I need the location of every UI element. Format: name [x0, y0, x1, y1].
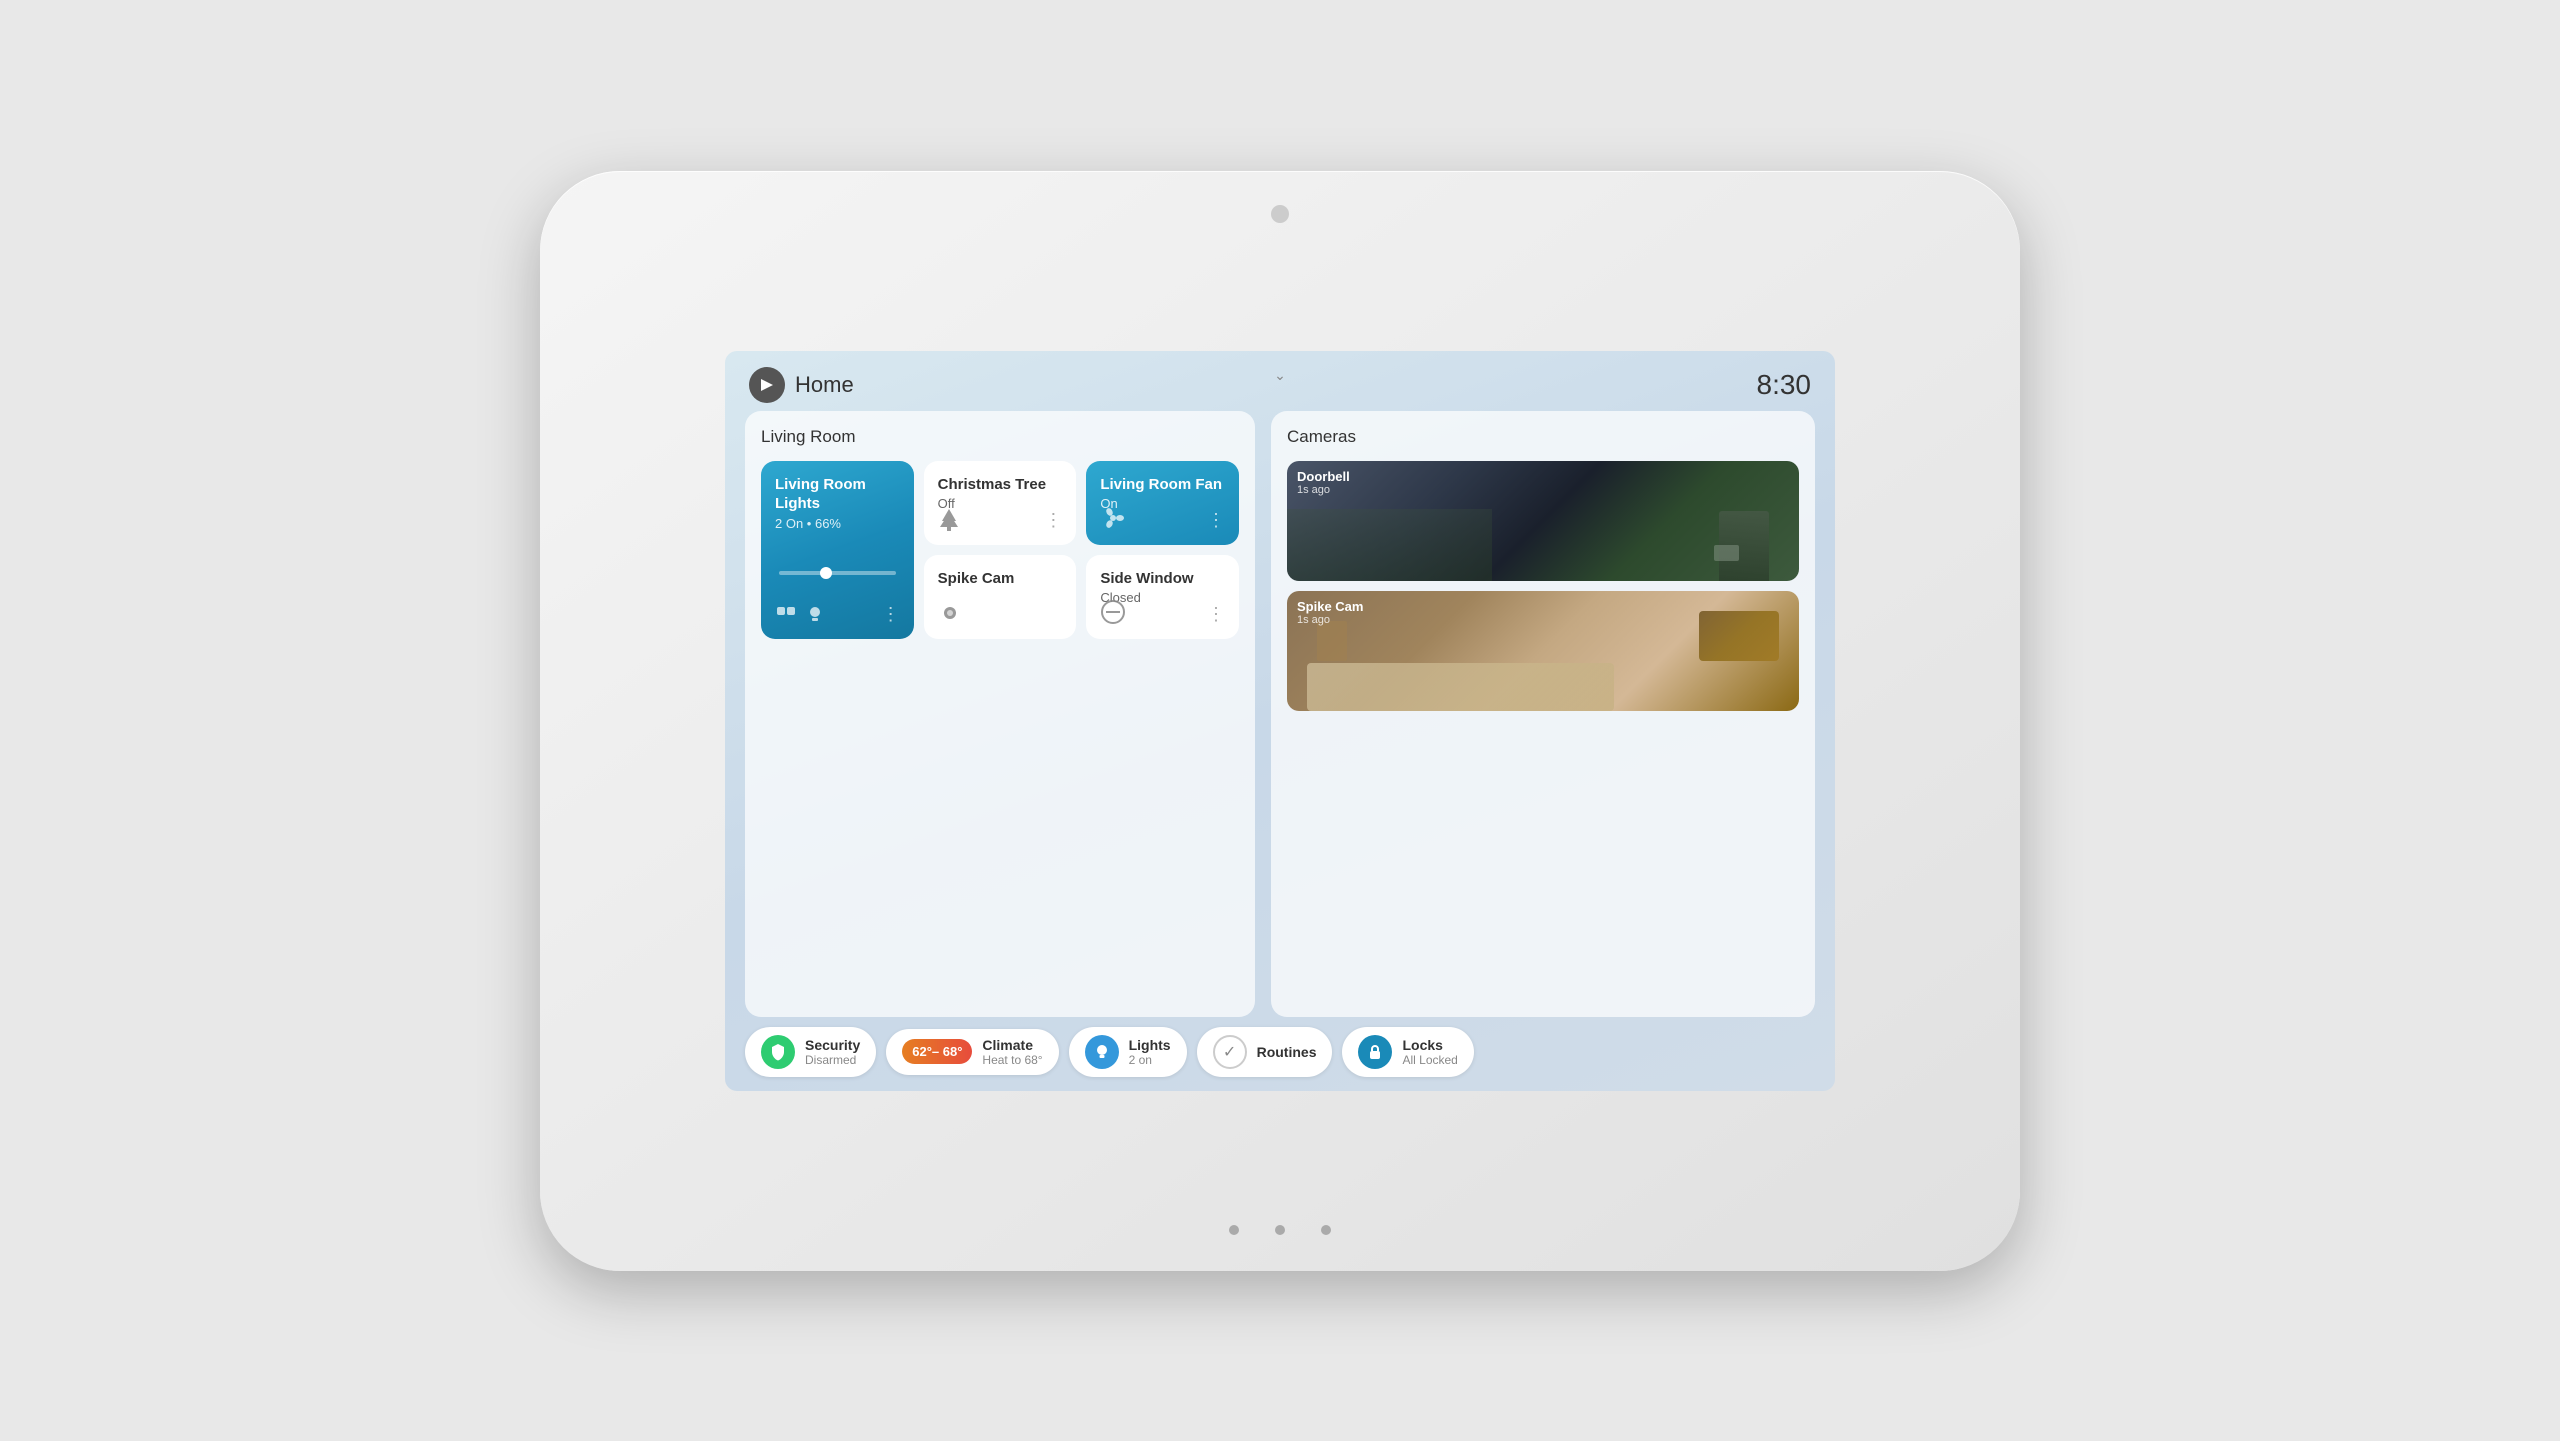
lights-card-title: Living Room Lights — [775, 475, 900, 514]
home-title: Home — [795, 372, 854, 398]
spike-cam-icon — [938, 601, 962, 625]
camera-feeds: Doorbell 1s ago Spike Cam — [1287, 461, 1799, 711]
lights-icon-area — [775, 603, 825, 625]
christmas-tree-card[interactable]: Christmas Tree Off ⋮ — [924, 461, 1077, 545]
fan-card[interactable]: Living Room Fan On ⋮ — [1086, 461, 1239, 545]
cameras-title: Cameras — [1287, 427, 1799, 447]
lights-group-icon — [775, 603, 797, 625]
routines-text: Routines — [1257, 1044, 1317, 1060]
header-left: Home — [749, 367, 854, 403]
nav-dot-2 — [1275, 1225, 1285, 1235]
bottom-bar: Security Disarmed 62°– 68° Climate Heat … — [725, 1017, 1835, 1091]
devices-grid: Living Room Lights 2 On • 66% — [761, 461, 1239, 639]
fan-more-button[interactable]: ⋮ — [1207, 510, 1225, 531]
lights-icon-circle — [1085, 1035, 1119, 1069]
christmas-tree-title: Christmas Tree — [938, 475, 1063, 495]
lights-card-subtitle: 2 On • 66% — [775, 516, 900, 531]
nav-dot-3 — [1321, 1225, 1331, 1235]
locks-lock-icon — [1365, 1042, 1385, 1062]
spike-cam-name: Spike Cam — [1297, 599, 1363, 614]
device-shell: Home ⌄ 8:30 Living Room Living Room Ligh… — [540, 171, 2020, 1271]
side-window-icon-area — [1100, 599, 1126, 625]
routines-label: Routines — [1257, 1044, 1317, 1060]
header: Home ⌄ 8:30 — [725, 351, 1835, 411]
lights-slider-track[interactable] — [779, 571, 896, 575]
spike-cam-title: Spike Cam — [938, 569, 1063, 589]
climate-pill[interactable]: 62°– 68° Climate Heat to 68° — [886, 1029, 1058, 1075]
lights-slider-thumb — [820, 567, 832, 579]
living-room-title: Living Room — [761, 427, 1239, 447]
side-window-more-button[interactable]: ⋮ — [1207, 604, 1225, 625]
security-text: Security Disarmed — [805, 1037, 860, 1067]
doorbell-name: Doorbell — [1297, 469, 1350, 484]
doorbell-bg — [1287, 461, 1799, 581]
screen: Home ⌄ 8:30 Living Room Living Room Ligh… — [725, 351, 1835, 1091]
security-pill[interactable]: Security Disarmed — [745, 1027, 876, 1077]
doorbell-label: Doorbell 1s ago — [1297, 469, 1350, 496]
alexa-icon — [749, 367, 785, 403]
security-icon-circle — [761, 1035, 795, 1069]
spike-cam-feed[interactable]: Spike Cam 1s ago — [1287, 591, 1799, 711]
fan-icon-area — [1100, 505, 1126, 531]
routines-check-icon: ✓ — [1213, 1035, 1247, 1069]
spike-cam-card[interactable]: Spike Cam — [924, 555, 1077, 639]
fan-icon — [1100, 505, 1126, 531]
security-shield-icon — [768, 1042, 788, 1062]
doorbell-time: 1s ago — [1297, 484, 1350, 496]
locks-sublabel: All Locked — [1402, 1053, 1457, 1067]
lights-bulb-status-icon — [1092, 1042, 1112, 1062]
side-window-title: Side Window — [1100, 569, 1225, 589]
christmas-tree-more-button[interactable]: ⋮ — [1044, 510, 1062, 531]
main-content: Living Room Living Room Lights 2 On • 66… — [725, 411, 1835, 1017]
lights-label: Lights — [1129, 1037, 1171, 1053]
climate-sublabel: Heat to 68° — [982, 1053, 1042, 1067]
routines-pill[interactable]: ✓ Routines — [1197, 1027, 1333, 1077]
lights-slider-area — [775, 571, 900, 575]
nav-dot-1 — [1229, 1225, 1239, 1235]
window-closed-icon — [1100, 599, 1126, 625]
living-room-panel: Living Room Living Room Lights 2 On • 66… — [745, 411, 1255, 1017]
time-display: 8:30 — [1757, 369, 1812, 401]
christmas-tree-icon-area — [938, 507, 960, 531]
security-sublabel: Disarmed — [805, 1053, 860, 1067]
living-room-lights-card[interactable]: Living Room Lights 2 On • 66% — [761, 461, 914, 639]
christmas-tree-icon — [938, 507, 960, 531]
lights-pill[interactable]: Lights 2 on — [1069, 1027, 1187, 1077]
chevron-down-icon[interactable]: ⌄ — [1274, 367, 1286, 384]
climate-badge: 62°– 68° — [902, 1039, 972, 1064]
lights-text: Lights 2 on — [1129, 1037, 1171, 1067]
locks-icon-circle — [1358, 1035, 1392, 1069]
fan-card-title: Living Room Fan — [1100, 475, 1225, 495]
lights-more-button[interactable]: ⋮ — [882, 604, 900, 625]
climate-text: Climate Heat to 68° — [982, 1037, 1042, 1067]
spike-cam-label: Spike Cam 1s ago — [1297, 599, 1363, 626]
spike-cam-bg — [1287, 591, 1799, 711]
lights-bulb-icon — [805, 604, 825, 624]
climate-label: Climate — [982, 1037, 1042, 1053]
lights-sublabel: 2 on — [1129, 1053, 1171, 1067]
security-label: Security — [805, 1037, 860, 1053]
nav-dots — [1229, 1225, 1331, 1235]
doorbell-feed[interactable]: Doorbell 1s ago — [1287, 461, 1799, 581]
side-window-card[interactable]: Side Window Closed ⋮ — [1086, 555, 1239, 639]
spike-cam-time: 1s ago — [1297, 614, 1363, 626]
locks-text: Locks All Locked — [1402, 1037, 1457, 1067]
spike-cam-icon-area — [938, 601, 962, 625]
cameras-panel: Cameras Doorbell 1s ago — [1271, 411, 1815, 1017]
locks-pill[interactable]: Locks All Locked — [1342, 1027, 1473, 1077]
locks-label: Locks — [1402, 1037, 1457, 1053]
